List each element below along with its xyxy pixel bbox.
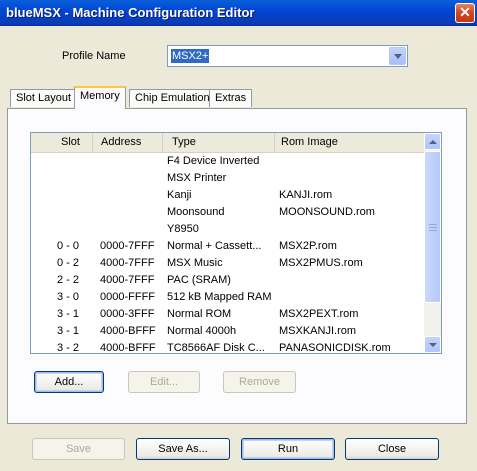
list-item[interactable]: Kanji KANJI.rom xyxy=(31,187,424,204)
close-icon[interactable]: ✕ xyxy=(455,3,475,23)
cell-type: Y8950 xyxy=(167,223,199,235)
machine-config-window: blueMSX - Machine Configuration Editor ✕… xyxy=(0,0,477,471)
cell-rom: PANASONICDISK.rom xyxy=(279,342,391,354)
memory-list[interactable]: Slot Address Type Rom Image F4 Device In… xyxy=(30,132,442,354)
list-item[interactable]: 0 - 2 4000-7FFF MSX Music MSX2PMUS.rom xyxy=(31,255,424,272)
cell-type: Normal ROM xyxy=(167,308,232,320)
profile-name-value: MSX2+ xyxy=(171,49,210,63)
cell-type: PAC (SRAM) xyxy=(167,274,231,286)
cell-slot: 3 - 1 xyxy=(57,308,80,320)
add-button[interactable]: Add... xyxy=(34,371,104,393)
cell-type: MSX Music xyxy=(167,257,223,269)
list-item[interactable]: F4 Device Inverted xyxy=(31,153,424,170)
cell-type: Moonsound xyxy=(167,206,225,218)
cell-rom: MSX2P.rom xyxy=(279,240,337,252)
cell-slot: 3 - 0 xyxy=(57,291,80,303)
cell-slot: 3 - 1 xyxy=(57,325,80,337)
cell-address: 0000-FFFF xyxy=(100,291,156,303)
list-item[interactable]: Moonsound MOONSOUND.rom xyxy=(31,204,424,221)
run-button[interactable]: Run xyxy=(241,438,335,460)
list-item[interactable]: MSX Printer xyxy=(31,170,424,187)
grip-line xyxy=(429,230,437,231)
vertical-scrollbar[interactable] xyxy=(424,133,441,353)
cell-address: 0000-3FFF xyxy=(100,308,155,320)
scroll-up-button[interactable] xyxy=(424,133,441,150)
grip-line xyxy=(429,224,437,225)
column-header-address[interactable]: Address xyxy=(93,133,163,152)
window-title: blueMSX - Machine Configuration Editor xyxy=(6,5,255,20)
tab-memory[interactable]: Memory xyxy=(74,86,126,109)
cell-type: 512 kB Mapped RAM xyxy=(167,291,272,303)
column-header-rom-image[interactable]: Rom Image xyxy=(275,133,424,152)
list-item[interactable]: 3 - 0 0000-FFFF 512 kB Mapped RAM xyxy=(31,289,424,306)
cell-rom: MSX2PMUS.rom xyxy=(279,257,363,269)
cell-type: MSX Printer xyxy=(167,172,227,184)
cell-address: 4000-BFFF xyxy=(100,342,156,354)
grip-line xyxy=(429,227,437,228)
profile-name-label: Profile Name xyxy=(62,50,126,62)
list-item[interactable]: 2 - 2 4000-7FFF PAC (SRAM) xyxy=(31,272,424,289)
edit-button[interactable]: Edit... xyxy=(128,371,200,393)
cell-rom: KANJI.rom xyxy=(279,189,333,201)
title-bar[interactable]: blueMSX - Machine Configuration Editor ✕ xyxy=(0,0,477,26)
cell-type: TC8566AF Disk C... xyxy=(167,342,265,354)
cell-address: 4000-7FFF xyxy=(100,274,155,286)
scroll-down-button[interactable] xyxy=(424,336,441,353)
cell-type: F4 Device Inverted xyxy=(167,155,260,167)
chevron-down-icon xyxy=(394,54,402,59)
list-header: Slot Address Type Rom Image xyxy=(31,133,424,153)
cell-address: 4000-BFFF xyxy=(100,325,156,337)
cell-slot: 0 - 2 xyxy=(57,257,80,269)
chevron-down-icon xyxy=(429,343,437,347)
list-item[interactable]: 3 - 1 0000-3FFF Normal ROM MSX2PEXT.rom xyxy=(31,306,424,323)
column-header-slot[interactable]: Slot xyxy=(31,133,93,152)
profile-name-dropdown[interactable]: MSX2+ xyxy=(167,45,408,67)
cell-address: 4000-7FFF xyxy=(100,257,155,269)
cell-rom: MSX2PEXT.rom xyxy=(279,308,359,320)
cell-rom: MSXKANJI.rom xyxy=(279,325,357,337)
tab-slot-layout[interactable]: Slot Layout xyxy=(10,89,78,107)
list-item[interactable]: 3 - 1 4000-BFFF Normal 4000h MSXKANJI.rom xyxy=(31,323,424,340)
column-header-type[interactable]: Type xyxy=(163,133,275,152)
cell-slot: 3 - 2 xyxy=(57,342,80,354)
cell-slot: 0 - 0 xyxy=(57,240,80,252)
list-item[interactable]: 0 - 0 0000-7FFF Normal + Cassett... MSX2P.r… xyxy=(31,238,424,255)
cell-rom: MOONSOUND.rom xyxy=(279,206,375,218)
list-item[interactable]: 3 - 2 4000-BFFF TC8566AF Disk C... PANASONI… xyxy=(31,340,424,354)
dropdown-arrow-button[interactable] xyxy=(389,47,406,65)
tab-chip-emulation[interactable]: Chip Emulation xyxy=(129,89,216,107)
cell-type: Normal + Cassett... xyxy=(167,240,262,252)
save-button[interactable]: Save xyxy=(32,438,125,460)
cell-slot: 2 - 2 xyxy=(57,274,80,286)
remove-button[interactable]: Remove xyxy=(223,371,296,393)
cell-type: Kanji xyxy=(167,189,192,201)
cell-address: 0000-7FFF xyxy=(100,240,155,252)
close-button[interactable]: Close xyxy=(345,438,439,460)
tab-extras[interactable]: Extras xyxy=(209,89,253,107)
save-as-button[interactable]: Save As... xyxy=(136,438,230,460)
chevron-up-icon xyxy=(429,140,437,144)
list-item[interactable]: Y8950 xyxy=(31,221,424,238)
scroll-thumb[interactable] xyxy=(424,151,441,303)
cell-type: Normal 4000h xyxy=(167,325,237,337)
